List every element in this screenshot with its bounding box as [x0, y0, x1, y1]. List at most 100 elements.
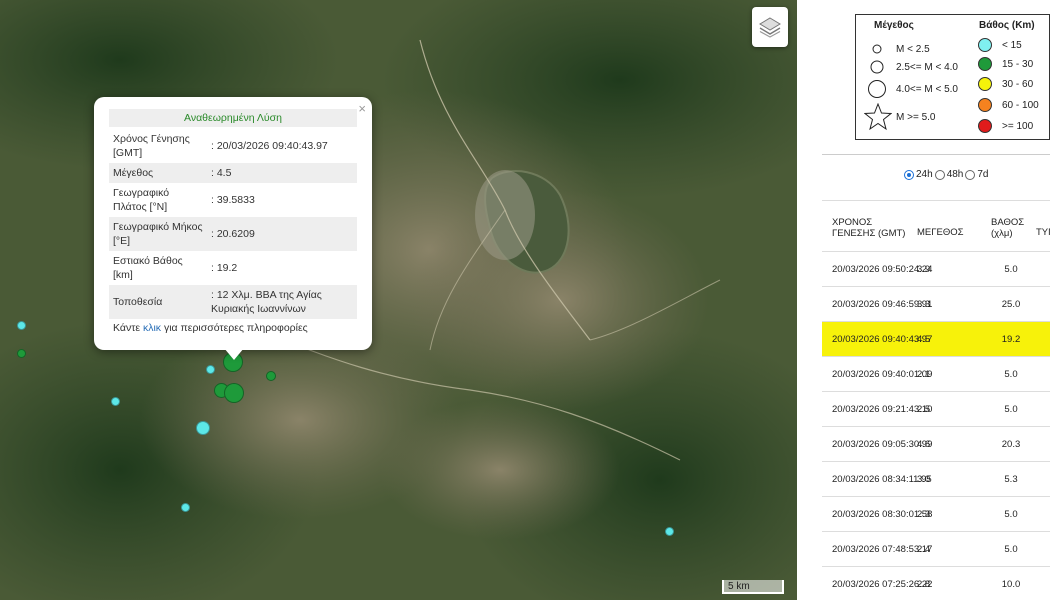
cell-depth: 5.0: [1004, 404, 1018, 415]
depth-color-swatch: [978, 38, 992, 52]
popup-label-depth: Εστιακό Βάθος [km]: [113, 255, 183, 281]
depth-color-swatch: [978, 57, 992, 71]
table-row[interactable]: 20/03/2026 07:48:53.17 2.4 5.0: [822, 532, 1050, 567]
cell-magnitude: 3.3: [917, 299, 931, 310]
radio-icon[interactable]: [934, 169, 945, 180]
table-row[interactable]: 20/03/2026 08:30:01.58 2.3 5.0: [822, 497, 1050, 532]
header-depth[interactable]: ΒΑΘΟΣ (χλμ): [991, 217, 1027, 239]
legend-depth-row: < 15: [978, 38, 1022, 52]
small-circle-icon: [872, 44, 882, 54]
popup-label-magnitude: Μέγεθος: [109, 163, 207, 183]
legend-depth-row: 15 - 30: [978, 57, 1033, 71]
depth-color-swatch: [978, 77, 992, 91]
range-option-7d[interactable]: 7d: [965, 169, 989, 180]
quake-marker[interactable]: [266, 371, 276, 381]
legend-depth-row: 30 - 60: [978, 77, 1033, 91]
cell-depth: 5.0: [1004, 264, 1018, 275]
cell-magnitude: 4.6: [917, 439, 931, 450]
star-icon: [864, 103, 892, 131]
quake-marker[interactable]: [111, 397, 120, 406]
large-circle-icon: [868, 80, 886, 98]
table-row[interactable]: 20/03/2026 08:34:11.95 3.0 5.3: [822, 462, 1050, 497]
cell-magnitude: 3.9: [917, 264, 931, 275]
quake-popup: × Αναθεωρημένη Λύση Χρόνος Γένησης [GMT]…: [94, 97, 372, 350]
cell-magnitude: 3.0: [917, 474, 931, 485]
range-option-24h[interactable]: 24h: [904, 169, 933, 180]
legend-mag-row: M < 2.5: [864, 42, 930, 56]
popup-details-table: Χρόνος Γένησης [GMT]: 20/03/2026 09:40:4…: [109, 129, 357, 319]
quake-marker[interactable]: [17, 321, 26, 330]
popup-value-depth: : 19.2: [211, 262, 238, 274]
table-row[interactable]: 20/03/2026 09:40:01.09 2.1 5.0: [822, 357, 1050, 392]
legend-mag-row: M >= 5.0: [864, 103, 935, 131]
cell-magnitude: 2.1: [917, 369, 931, 380]
cell-depth: 5.0: [1004, 544, 1018, 555]
header-type[interactable]: ΤΥΠ: [1036, 227, 1050, 238]
radio-selected-icon[interactable]: [904, 169, 914, 180]
cell-depth: 25.0: [1001, 299, 1021, 310]
legend-depth-label: 60 - 100: [1002, 99, 1039, 111]
popup-value-location: : 12 Χλμ. ΒΒΑ της Αγίας Κυριακής Ιωαννίν…: [207, 285, 357, 319]
popup-title: Αναθεωρημένη Λύση: [109, 109, 357, 127]
header-time[interactable]: ΧΡΟΝΟΣ ΓΕΝΕΣΗΣ (GMT): [832, 217, 912, 239]
popup-value-time: : 20/03/2026 09:40:43.97: [211, 140, 328, 152]
depth-color-swatch: [978, 119, 992, 133]
table-row[interactable]: 20/03/2026 07:25:26.22 2.8 10.0: [822, 567, 1050, 600]
table-row[interactable]: 20/03/2026 09:05:30.99 4.6 20.3: [822, 427, 1050, 462]
cell-depth: 19.2: [1001, 334, 1021, 345]
legend-mag-row: 4.0<= M < 5.0: [864, 78, 958, 100]
cell-depth: 20.3: [1001, 439, 1021, 450]
popup-value-latitude: : 39.5833: [211, 194, 255, 206]
legend-depth-label: >= 100: [1002, 120, 1034, 132]
cell-magnitude: 2.3: [917, 509, 931, 520]
table-body: 20/03/2026 09:50:24.24 3.9 5.0 20/03/2026 0…: [822, 252, 1050, 600]
depth-color-swatch: [978, 98, 992, 112]
legend-depth-label: < 15: [1002, 39, 1022, 51]
table-row-highlighted[interactable]: 20/03/2026 09:40:43.97 4.5 19.2: [822, 322, 1050, 357]
legend-mag-label: 4.0<= M < 5.0: [896, 83, 958, 95]
more-info-link[interactable]: κλικ: [143, 322, 161, 334]
cell-magnitude: 2.8: [917, 579, 931, 590]
scale-label: 5 km: [728, 581, 750, 592]
legend-mag-label: M >= 5.0: [896, 111, 936, 123]
map-view[interactable]: 5 km × Αναθεωρημένη Λύση Χρόνος Γένησης …: [0, 0, 797, 600]
legend-depth-label: 30 - 60: [1002, 78, 1034, 90]
table-row[interactable]: 20/03/2026 09:21:43.10 2.5 5.0: [822, 392, 1050, 427]
cell-magnitude: 2.5: [917, 404, 931, 415]
quake-marker[interactable]: [181, 503, 190, 512]
cell-depth: 5.0: [1004, 369, 1018, 380]
popup-value-magnitude: : 4.5: [207, 163, 357, 183]
legend-depth-row: >= 100: [978, 119, 1033, 133]
popup-close-button[interactable]: ×: [358, 101, 366, 116]
header-magnitude[interactable]: ΜΕΓΕΘΟΣ: [917, 227, 963, 238]
time-range-selector: 24h 48h 7d: [904, 169, 991, 180]
range-label: 48h: [946, 169, 964, 180]
quake-marker[interactable]: [665, 527, 674, 536]
layers-button[interactable]: [752, 7, 788, 47]
earthquake-table: ΧΡΟΝΟΣ ΓΕΝΕΣΗΣ (GMT) ΜΕΓΕΘΟΣ ΒΑΘΟΣ (χλμ)…: [822, 200, 1050, 600]
medium-circle-icon: [870, 60, 884, 74]
range-option-48h[interactable]: 48h: [934, 169, 964, 180]
popup-label-latitude: Γεωγραφικό Πλάτος [°N]: [113, 187, 170, 213]
legend-magnitude-title: Μέγεθος: [874, 20, 914, 31]
popup-label-location: Τοποθεσία: [109, 285, 207, 319]
legend-mag-label: M < 2.5: [896, 43, 930, 55]
layers-icon: [759, 17, 781, 38]
cell-depth: 5.0: [1004, 509, 1018, 520]
popup-value-longitude: : 20.6209: [207, 217, 357, 251]
quake-marker[interactable]: [17, 349, 26, 358]
quake-marker[interactable]: [196, 421, 210, 435]
quake-marker[interactable]: [224, 383, 244, 403]
quake-marker[interactable]: [206, 365, 215, 374]
radio-icon[interactable]: [965, 169, 976, 180]
cell-depth: 10.0: [1001, 579, 1021, 590]
cell-magnitude: 4.5: [917, 334, 931, 345]
table-row[interactable]: 20/03/2026 09:46:59.91 3.3 25.0: [822, 287, 1050, 322]
legend-mag-label: 2.5<= M < 4.0: [896, 61, 958, 73]
table-header: ΧΡΟΝΟΣ ΓΕΝΕΣΗΣ (GMT) ΜΕΓΕΘΟΣ ΒΑΘΟΣ (χλμ)…: [822, 200, 1050, 252]
side-panel: Μέγεθος Βάθος (Km) M < 2.5 2.5<= M < 4.0…: [797, 0, 1050, 600]
range-label: 24h: [916, 169, 933, 180]
map-scale: 5 km: [722, 580, 784, 594]
table-row[interactable]: 20/03/2026 09:50:24.24 3.9 5.0: [822, 252, 1050, 287]
legend-depth-row: 60 - 100: [978, 98, 1039, 112]
